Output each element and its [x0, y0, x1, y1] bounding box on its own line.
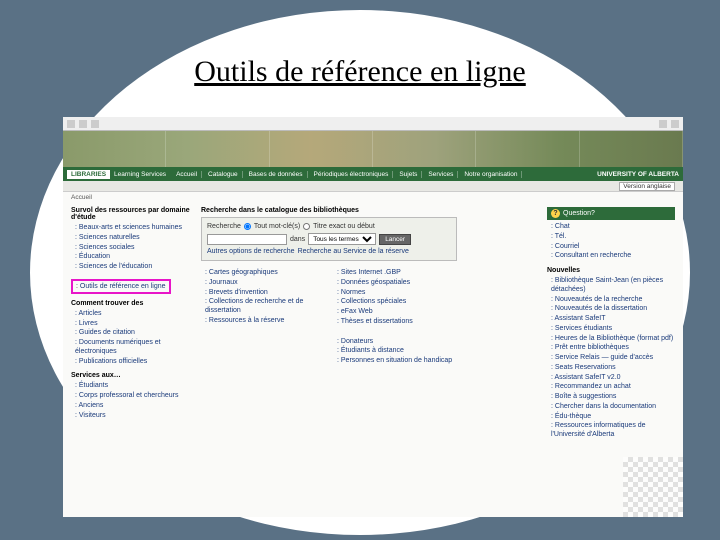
list-item[interactable]: Sites Internet .GBP: [337, 269, 455, 278]
list-item[interactable]: Chercher dans la documentation: [551, 403, 675, 412]
list-item[interactable]: Étudiants: [75, 382, 193, 391]
list-item[interactable]: Normes: [337, 289, 455, 298]
nav-item[interactable]: Catalogue: [204, 171, 243, 178]
radio-keyword-label: Tout mot-clé(s): [254, 223, 300, 230]
list-item[interactable]: Tél.: [551, 233, 675, 242]
list-item[interactable]: Journaux: [205, 279, 323, 288]
list-item[interactable]: Sciences sociales: [75, 244, 193, 253]
nav-item[interactable]: Notre organisation: [460, 171, 522, 178]
list-item[interactable]: Publications officielles: [75, 358, 193, 367]
list-item[interactable]: Livres: [75, 320, 193, 329]
services-for-list: Étudiants Corps professoral et chercheur…: [71, 382, 193, 420]
list-item[interactable]: Services étudiants: [551, 325, 675, 334]
list-item[interactable]: Consultant en recherche: [551, 252, 675, 261]
list-item[interactable]: Service Relais — guide d'accès: [551, 354, 675, 363]
other-search-options-link[interactable]: Autres options de recherche: [207, 248, 295, 255]
list-item[interactable]: Bibliothèque Saint-Jean (en pièces détac…: [551, 277, 675, 295]
list-item[interactable]: Ressources informatiques de l'Université…: [551, 422, 675, 440]
list-item[interactable]: Sciences de l'éducation: [75, 263, 193, 272]
nav-item[interactable]: Périodiques électroniques: [310, 171, 394, 178]
radio-title-label: Titre exact ou début: [313, 223, 375, 230]
list-item[interactable]: Collections spéciales: [337, 298, 455, 307]
list-item[interactable]: Ressources à la réserve: [205, 317, 323, 326]
list-item[interactable]: Corps professoral et chercheurs: [75, 392, 193, 401]
browser-toolbar: [63, 117, 683, 131]
header-banner: [63, 131, 683, 167]
how-to-find-title: Comment trouver des: [71, 300, 193, 307]
list-item[interactable]: Beaux-arts et sciences humaines: [75, 224, 193, 233]
university-name: UNIVERSITY OF ALBERTA: [597, 171, 679, 178]
domain-resources-title: Survol des ressources par domaine d'étud…: [71, 207, 193, 221]
list-item[interactable]: Brevets d'invention: [205, 289, 323, 298]
question-header: Question?: [547, 207, 675, 220]
list-item[interactable]: Cartes géographiques: [205, 269, 323, 278]
main-nav: LIBRARIES Learning Services Accueil Cata…: [63, 167, 683, 181]
list-item[interactable]: Assistant SafeIT v2.0: [551, 374, 675, 383]
lang-toggle[interactable]: Version anglaise: [619, 182, 675, 191]
list-item[interactable]: Thèses et dissertations: [337, 318, 455, 327]
list-item[interactable]: Assistant SafeIT: [551, 315, 675, 324]
list-item[interactable]: eFax Web: [337, 308, 455, 317]
list-item[interactable]: Personnes en situation de handicap: [337, 357, 455, 366]
news-title: Nouvelles: [547, 267, 675, 274]
nav-item[interactable]: Accueil: [172, 171, 202, 178]
list-item[interactable]: Donateurs: [337, 338, 455, 347]
domain-resources-list: Beaux-arts et sciences humaines Sciences…: [71, 224, 193, 272]
news-list: Bibliothèque Saint-Jean (en pièces détac…: [547, 277, 675, 440]
list-item[interactable]: Prêt entre bibliothèques: [551, 344, 675, 353]
in-label: dans: [290, 236, 305, 243]
list-item[interactable]: Étudiants à distance: [337, 347, 455, 356]
services-for-title: Services aux…: [71, 372, 193, 379]
slide-title: Outils de référence en ligne: [0, 55, 720, 89]
search-scope-select[interactable]: Tous les termes: [308, 233, 376, 245]
list-item[interactable]: Nouveautés de la recherche: [551, 296, 675, 305]
list-item[interactable]: Documents numériques et électroniques: [75, 339, 193, 357]
list-item[interactable]: Boîte à suggestions: [551, 393, 675, 402]
search-input[interactable]: [207, 234, 287, 245]
language-bar: Version anglaise: [63, 181, 683, 192]
catalog-search-box: Recherche Tout mot-clé(s) Titre exact ou…: [201, 217, 457, 261]
list-item[interactable]: Guides de citation: [75, 329, 193, 338]
list-item[interactable]: Collections de recherche et de dissertat…: [205, 298, 323, 316]
list-item[interactable]: Chat: [551, 223, 675, 232]
list-item[interactable]: Édu-thèque: [551, 413, 675, 422]
checker-decoration: [623, 457, 683, 517]
list-item[interactable]: Visiteurs: [75, 412, 193, 421]
learning-services-label: Learning Services: [114, 171, 166, 178]
embedded-screenshot: LIBRARIES Learning Services Accueil Cata…: [63, 117, 683, 517]
nav-item[interactable]: Bases de données: [245, 171, 308, 178]
reserve-search-link[interactable]: Recherche au Service de la réserve: [298, 248, 409, 255]
search-button[interactable]: Lancer: [379, 234, 411, 245]
highlighted-reference-tools[interactable]: : Outils de référence en ligne: [71, 279, 171, 294]
list-item[interactable]: Anciens: [75, 402, 193, 411]
breadcrumb: Accueil: [63, 192, 683, 203]
nav-item[interactable]: Sujets: [395, 171, 422, 178]
how-to-find-list: Articles Livres Guides de citation Docum…: [71, 310, 193, 367]
list-item[interactable]: Articles: [75, 310, 193, 319]
question-list: Chat Tél. Courriel Consultant en recherc…: [547, 223, 675, 261]
list-item[interactable]: Sciences naturelles: [75, 234, 193, 243]
list-item[interactable]: Seats Reservations: [551, 364, 675, 373]
nav-item[interactable]: Services: [424, 171, 458, 178]
radio-keyword[interactable]: [244, 223, 251, 230]
search-label: Recherche: [207, 223, 241, 230]
radio-title[interactable]: [303, 223, 310, 230]
list-item[interactable]: Courriel: [551, 243, 675, 252]
libraries-logo: LIBRARIES: [67, 170, 110, 179]
list-item[interactable]: Heures de la Bibliothèque (format pdf): [551, 335, 675, 344]
list-item[interactable]: Données géospatiales: [337, 279, 455, 288]
list-item[interactable]: Recommandez un achat: [551, 383, 675, 392]
catalog-search-title: Recherche dans le catalogue des biblioth…: [201, 207, 539, 214]
list-item[interactable]: Nouveautés de la dissertation: [551, 305, 675, 314]
list-item[interactable]: Éducation: [75, 253, 193, 262]
